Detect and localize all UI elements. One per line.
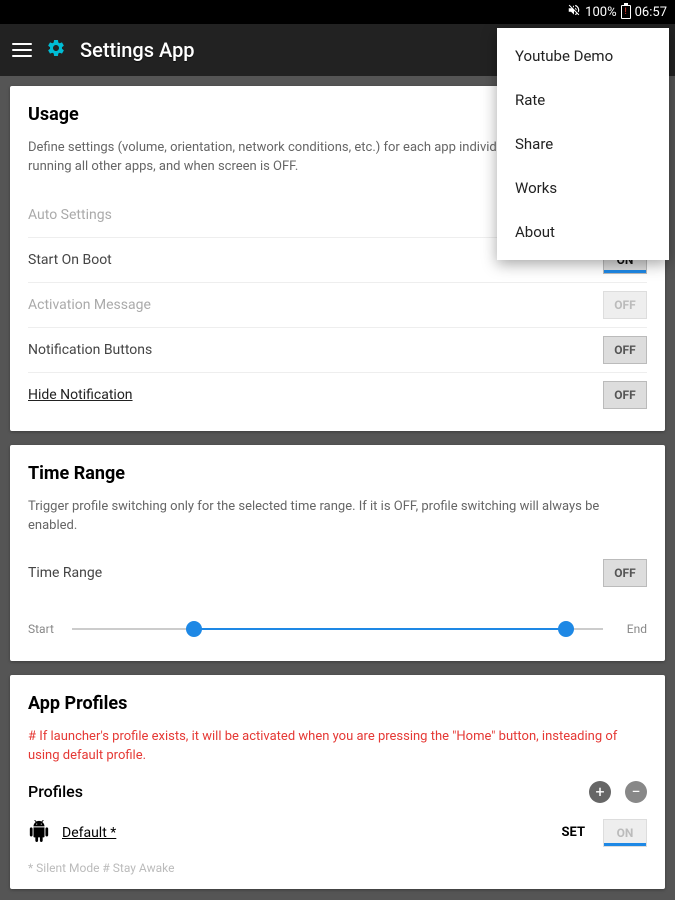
time-range-toggle[interactable]: OFF (603, 559, 647, 587)
notification-buttons-toggle[interactable]: OFF (603, 336, 647, 364)
time-range-row: Time Range OFF (28, 551, 647, 595)
android-icon (28, 820, 50, 846)
slider-start-label: Start (28, 622, 62, 636)
time-range-title: Time Range (28, 463, 647, 484)
app-profiles-note: # If launcher's profile exists, it will … (28, 728, 647, 764)
default-profile-row: Default * SET ON (28, 819, 647, 847)
default-profile-name[interactable]: Default * (62, 825, 544, 841)
slider-thumb-start[interactable] (186, 621, 202, 637)
slider-end-label: End (613, 622, 647, 636)
remove-profile-button[interactable]: − (625, 781, 647, 803)
mute-icon (567, 3, 581, 21)
auto-settings-label: Auto Settings (28, 207, 112, 223)
notification-buttons-row: Notification Buttons OFF (28, 328, 647, 372)
profiles-header: Profiles (28, 782, 83, 801)
menu-item-share[interactable]: Share (497, 122, 669, 166)
battery-icon: ! (621, 5, 631, 19)
menu-icon[interactable] (12, 43, 32, 57)
overflow-menu: Youtube Demo Rate Share Works About (497, 28, 669, 260)
hide-notification-toggle[interactable]: OFF (603, 381, 647, 409)
app-title: Settings App (80, 38, 195, 62)
app-profiles-card: App Profiles # If launcher's profile exi… (10, 675, 665, 888)
time-range-description: Trigger profile switching only for the s… (28, 498, 647, 536)
activation-message-toggle[interactable]: OFF (603, 291, 647, 319)
menu-item-about[interactable]: About (497, 210, 669, 254)
activation-message-row: Activation Message OFF (28, 283, 647, 327)
menu-item-youtube-demo[interactable]: Youtube Demo (497, 34, 669, 78)
slider-thumb-end[interactable] (558, 621, 574, 637)
notification-buttons-label: Notification Buttons (28, 342, 152, 358)
app-profiles-title: App Profiles (28, 693, 647, 714)
activation-message-label: Activation Message (28, 297, 151, 313)
profiles-header-row: Profiles + − (28, 781, 647, 803)
default-profile-toggle[interactable]: ON (603, 819, 647, 847)
clock: 06:57 (635, 5, 667, 20)
set-profile-button[interactable]: SET (556, 821, 592, 844)
profile-flags: * Silent Mode # Stay Awake (28, 861, 647, 875)
gear-icon (46, 38, 66, 62)
menu-item-rate[interactable]: Rate (497, 78, 669, 122)
hide-notification-label[interactable]: Hide Notification (28, 387, 133, 403)
time-range-card: Time Range Trigger profile switching onl… (10, 445, 665, 662)
time-range-slider: Start End (28, 617, 647, 641)
slider-track[interactable] (72, 617, 603, 641)
status-bar: 100% ! 06:57 (0, 0, 675, 24)
time-range-label: Time Range (28, 565, 102, 581)
battery-percent: 100% (585, 5, 616, 20)
add-profile-button[interactable]: + (589, 781, 611, 803)
menu-item-works[interactable]: Works (497, 166, 669, 210)
start-on-boot-label: Start On Boot (28, 252, 112, 268)
hide-notification-row: Hide Notification OFF (28, 373, 647, 417)
